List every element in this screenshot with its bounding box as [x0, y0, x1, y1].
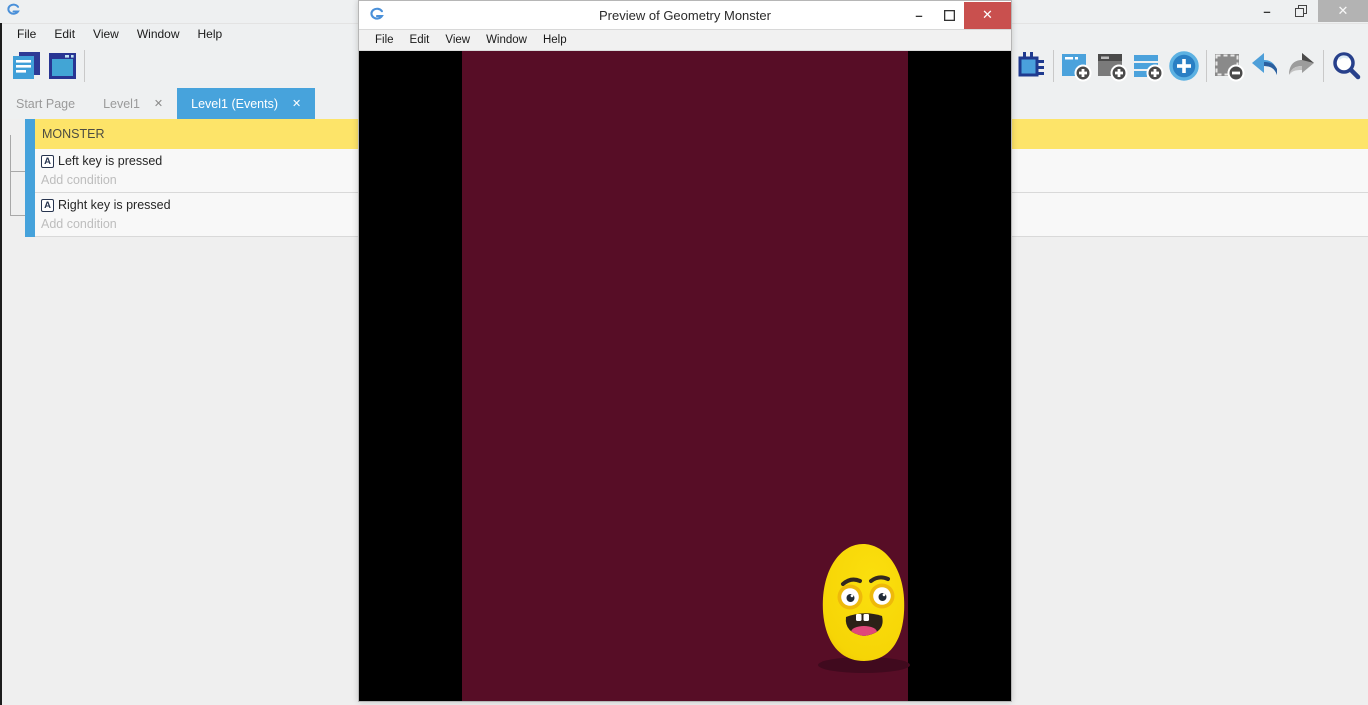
tab-level1[interactable]: Level1 ✕ — [89, 88, 177, 119]
debugger-icon[interactable] — [1013, 48, 1049, 84]
redo-icon[interactable] — [1283, 48, 1319, 84]
event-tree-line — [10, 135, 11, 216]
close-button[interactable]: ✕ — [964, 2, 1011, 29]
tab-level1-events[interactable]: Level1 (Events) ✕ — [177, 88, 315, 119]
preview-title-bar[interactable]: Preview of Geometry Monster – ✕ — [359, 1, 1011, 29]
add-event-icon[interactable] — [1058, 48, 1094, 84]
event-drag-bar[interactable] — [25, 193, 35, 237]
add-subevent-icon[interactable] — [1094, 48, 1130, 84]
menu-file[interactable]: File — [8, 25, 45, 43]
search-icon[interactable] — [1328, 48, 1364, 84]
restore-button[interactable] — [1284, 0, 1318, 22]
event-drag-bar[interactable] — [25, 149, 35, 193]
scene-editor-icon[interactable] — [44, 48, 80, 84]
tab-start-page[interactable]: Start Page — [2, 88, 89, 119]
keyboard-key-icon: A — [41, 199, 54, 212]
menu-file[interactable]: File — [367, 32, 402, 48]
preview-window-controls: – ✕ — [904, 1, 1011, 29]
tab-label: Start Page — [16, 97, 75, 111]
main-window-controls: – ✕ — [1250, 0, 1368, 22]
toolbar-separator — [84, 50, 85, 82]
preview-menu-bar: File Edit View Window Help — [359, 29, 1011, 51]
toolbar-right-group — [1013, 48, 1364, 84]
monster-sprite — [812, 540, 914, 679]
comment-text: MONSTER — [35, 127, 105, 141]
event-tree-branch — [10, 215, 25, 216]
tab-label: Level1 (Events) — [191, 97, 278, 111]
gdevelop-logo-icon — [7, 3, 20, 21]
preview-window: Preview of Geometry Monster – ✕ File Edi… — [358, 0, 1012, 702]
toolbar-separator — [1053, 50, 1054, 82]
menu-help[interactable]: Help — [189, 25, 232, 43]
delete-event-icon[interactable] — [1211, 48, 1247, 84]
menu-view[interactable]: View — [84, 25, 128, 43]
toolbar-separator — [1206, 50, 1207, 82]
add-circle-icon[interactable] — [1166, 48, 1202, 84]
toolbar-left-group — [8, 48, 89, 84]
keyboard-key-icon: A — [41, 155, 54, 168]
add-comment-icon[interactable] — [1130, 48, 1166, 84]
condition-text: Right key is pressed — [58, 198, 171, 212]
menu-edit[interactable]: Edit — [402, 32, 438, 48]
menu-window[interactable]: Window — [478, 32, 535, 48]
game-canvas[interactable] — [359, 51, 1011, 701]
event-drag-bar[interactable] — [25, 119, 35, 149]
toolbar-separator — [1323, 50, 1324, 82]
project-manager-icon[interactable] — [8, 48, 44, 84]
tab-label: Level1 — [103, 97, 140, 111]
tab-close-icon[interactable]: ✕ — [292, 97, 301, 110]
minimize-button[interactable]: – — [1250, 0, 1284, 22]
maximize-button[interactable] — [934, 2, 964, 29]
window-left-border — [0, 23, 2, 705]
event-tree-branch — [10, 171, 25, 172]
menu-view[interactable]: View — [437, 32, 478, 48]
tab-close-icon[interactable]: ✕ — [154, 97, 163, 110]
undo-icon[interactable] — [1247, 48, 1283, 84]
menu-edit[interactable]: Edit — [45, 25, 84, 43]
close-button[interactable]: ✕ — [1318, 0, 1368, 22]
menu-help[interactable]: Help — [535, 32, 575, 48]
minimize-button[interactable]: – — [904, 2, 934, 29]
menu-window[interactable]: Window — [128, 25, 189, 43]
condition-text: Left key is pressed — [58, 154, 162, 168]
